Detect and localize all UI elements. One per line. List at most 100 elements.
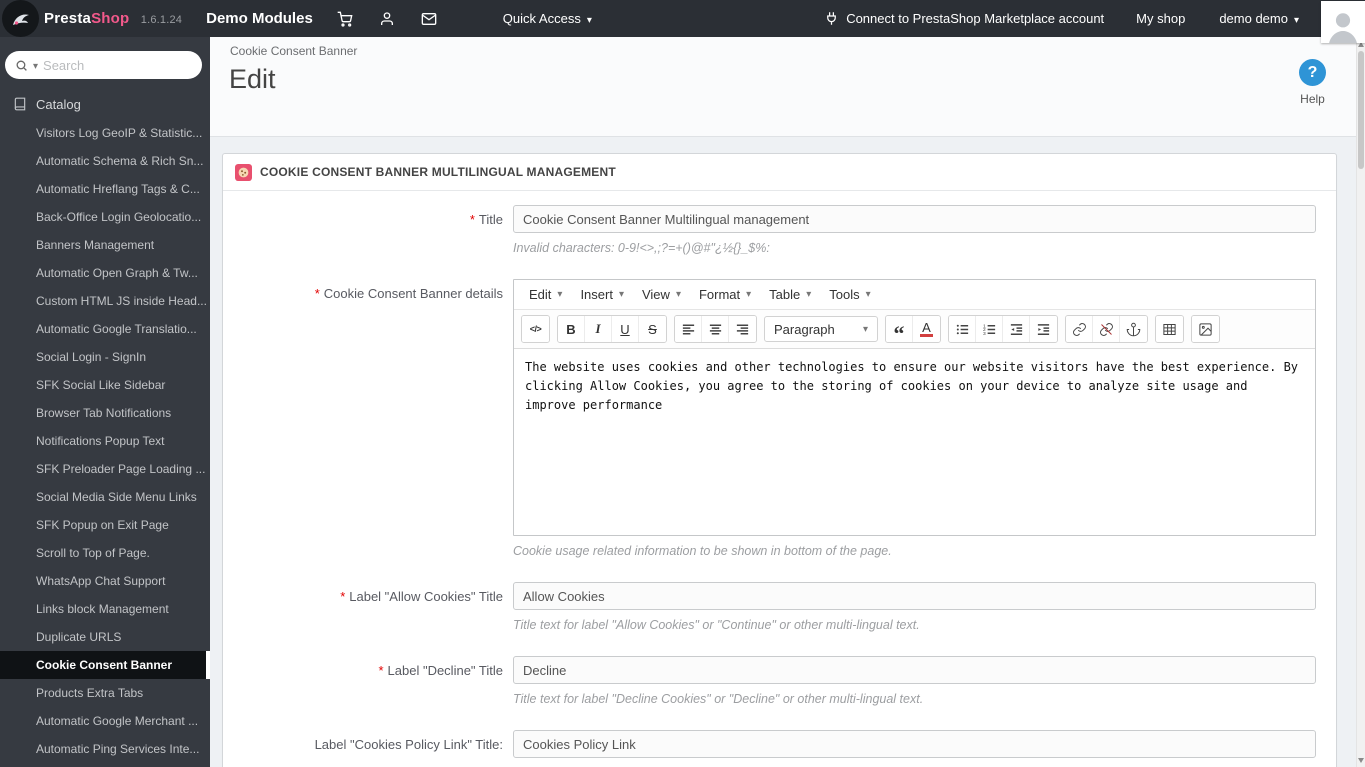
avatar[interactable] bbox=[1321, 0, 1365, 43]
sidebar-item[interactable]: Visitors Log GeoIP & Statistic... bbox=[0, 119, 210, 147]
sidebar-item-label: Automatic Ping Services Inte... bbox=[36, 742, 200, 756]
align-right-icon[interactable] bbox=[729, 316, 756, 342]
image-icon[interactable] bbox=[1192, 316, 1219, 342]
allow-row: Label "Allow Cookies" Title Title text f… bbox=[223, 582, 1336, 632]
search-input[interactable] bbox=[43, 57, 192, 73]
sidebar-item[interactable]: Automatic Ping Services Inte... bbox=[0, 735, 210, 763]
editor-menu-item[interactable]: Tools bbox=[820, 283, 879, 306]
indent-icon[interactable] bbox=[1030, 316, 1057, 342]
text-color-icon[interactable] bbox=[913, 316, 940, 342]
decline-input[interactable] bbox=[513, 656, 1316, 684]
editor-menu-item[interactable]: Table bbox=[760, 283, 820, 306]
sidebar-item-label: Automatic Hreflang Tags & C... bbox=[36, 182, 200, 196]
link-icon[interactable] bbox=[1066, 316, 1093, 342]
title-input[interactable] bbox=[513, 205, 1316, 233]
paragraph-format-select[interactable]: Paragraph bbox=[764, 316, 878, 342]
blockquote-icon[interactable] bbox=[886, 316, 913, 342]
page-title: Edit bbox=[229, 64, 276, 94]
scrollbar-thumb[interactable] bbox=[1358, 51, 1364, 169]
policy-link-input[interactable] bbox=[513, 730, 1316, 758]
sidebar-item[interactable]: Scroll to Top of Page. bbox=[0, 539, 210, 567]
customer-icon[interactable] bbox=[379, 11, 395, 27]
details-help-text: Cookie usage related information to be s… bbox=[513, 544, 892, 558]
prestashop-bird-icon bbox=[12, 13, 29, 25]
svg-text:3: 3 bbox=[982, 330, 985, 336]
editor-menubar: Edit Insert View bbox=[514, 280, 1315, 310]
sidebar-item-label: WhatsApp Chat Support bbox=[36, 574, 166, 588]
sidebar-item-label: Links block Management bbox=[36, 602, 169, 616]
help-question-icon bbox=[1299, 59, 1326, 86]
anchor-icon[interactable] bbox=[1120, 316, 1147, 342]
prestashop-logo[interactable] bbox=[2, 0, 39, 37]
sidebar-item[interactable]: Cookie Consent Banner bbox=[0, 651, 210, 679]
sidebar-item[interactable]: SFK Popup on Exit Page bbox=[0, 511, 210, 539]
editor-menu-item[interactable]: View bbox=[633, 283, 690, 306]
scroll-down-arrow-icon[interactable] bbox=[1357, 755, 1365, 765]
sidebar-item[interactable]: Automatic Hreflang Tags & C... bbox=[0, 175, 210, 203]
breadcrumb: Cookie Consent Banner bbox=[230, 44, 358, 58]
sidebar-item-catalog[interactable]: Catalog bbox=[0, 89, 210, 119]
italic-icon[interactable] bbox=[585, 316, 612, 342]
topbar-icons bbox=[337, 11, 437, 27]
sidebar-item[interactable]: SFK Preloader Page Loading ... bbox=[0, 455, 210, 483]
editor-content[interactable]: The website uses cookies and other techn… bbox=[514, 349, 1315, 535]
sidebar-item[interactable]: SFK Social Like Sidebar bbox=[0, 371, 210, 399]
numbered-list-icon[interactable]: 123 bbox=[976, 316, 1003, 342]
help-button[interactable]: Help bbox=[1299, 59, 1326, 106]
demo-modules-menu[interactable]: Demo Modules bbox=[206, 10, 313, 27]
editor-menu-item[interactable]: Edit bbox=[520, 283, 571, 306]
unlink-icon[interactable] bbox=[1093, 316, 1120, 342]
sidebar-item[interactable]: Browser Tab Notifications bbox=[0, 399, 210, 427]
page-header: Cookie Consent Banner Edit Help bbox=[210, 37, 1356, 137]
help-label: Help bbox=[1300, 92, 1325, 106]
panel-title: COOKIE CONSENT BANNER MULTILINGUAL MANAG… bbox=[260, 165, 616, 179]
editor-menu-label: Format bbox=[698, 287, 741, 302]
sidebar-item[interactable]: Social Media Side Menu Links bbox=[0, 483, 210, 511]
bold-icon[interactable] bbox=[558, 316, 585, 342]
align-left-icon[interactable] bbox=[675, 316, 702, 342]
user-menu[interactable]: demo demo bbox=[1219, 11, 1299, 26]
brand[interactable]: PrestaShop 1.6.1.24 bbox=[44, 10, 182, 27]
messages-icon[interactable] bbox=[421, 11, 437, 27]
sidebar-item[interactable]: Back-Office Login Geolocatio... bbox=[0, 203, 210, 231]
top-bar: PrestaShop 1.6.1.24 Demo Modules Quick A… bbox=[0, 0, 1365, 43]
sidebar-item[interactable]: WhatsApp Chat Support bbox=[0, 567, 210, 595]
decline-field-label: Label "Decline" Title bbox=[223, 656, 503, 706]
sidebar-item[interactable]: Custom HTML JS inside Head... bbox=[0, 287, 210, 315]
editor-menu-item[interactable]: Insert bbox=[571, 283, 633, 306]
sidebar-item[interactable]: Automatic Open Graph & Tw... bbox=[0, 259, 210, 287]
vertical-scrollbar[interactable] bbox=[1356, 37, 1365, 767]
sidebar-item[interactable]: Notifications Popup Text bbox=[0, 427, 210, 455]
sidebar-item-label: Products Extra Tabs bbox=[36, 686, 144, 700]
align-center-icon[interactable] bbox=[702, 316, 729, 342]
sidebar-item[interactable]: Duplicate URLS bbox=[0, 623, 210, 651]
sidebar-item[interactable]: Social Login - SignIn bbox=[0, 343, 210, 371]
my-shop-link[interactable]: My shop bbox=[1136, 11, 1185, 26]
cart-icon[interactable] bbox=[337, 11, 353, 27]
sidebar-item[interactable]: Automatic Google Translatio... bbox=[0, 315, 210, 343]
editor-menu-item[interactable]: Format bbox=[690, 283, 760, 306]
chevron-down-icon bbox=[676, 289, 681, 300]
search-type-chevron-icon[interactable] bbox=[33, 56, 38, 74]
table-icon[interactable] bbox=[1156, 316, 1183, 342]
sidebar-item[interactable]: Links block Management bbox=[0, 595, 210, 623]
edit-form: Title Invalid characters: 0-9!<>,;?=+()@… bbox=[223, 191, 1336, 758]
bullet-list-icon[interactable] bbox=[949, 316, 976, 342]
quick-access-menu[interactable]: Quick Access bbox=[503, 11, 592, 26]
sidebar-item[interactable]: Automatic Google Merchant ... bbox=[0, 707, 210, 735]
user-name-label: demo demo bbox=[1219, 11, 1288, 26]
sidebar-search[interactable] bbox=[5, 51, 202, 79]
chevron-down-icon bbox=[866, 289, 871, 300]
chevron-down-icon bbox=[806, 289, 811, 300]
sidebar-item[interactable]: Banners Management bbox=[0, 231, 210, 259]
required-marker bbox=[340, 589, 349, 604]
marketplace-connect-link[interactable]: Connect to PrestaShop Marketplace accoun… bbox=[824, 11, 1104, 26]
sidebar-item[interactable]: Products Extra Tabs bbox=[0, 679, 210, 707]
underline-icon[interactable] bbox=[612, 316, 639, 342]
sidebar-item[interactable]: Automatic Schema & Rich Sn... bbox=[0, 147, 210, 175]
allow-cookies-input[interactable] bbox=[513, 582, 1316, 610]
source-code-icon[interactable] bbox=[522, 316, 549, 342]
decline-help-text: Title text for label "Decline Cookies" o… bbox=[513, 692, 924, 706]
strikethrough-icon[interactable] bbox=[639, 316, 666, 342]
outdent-icon[interactable] bbox=[1003, 316, 1030, 342]
